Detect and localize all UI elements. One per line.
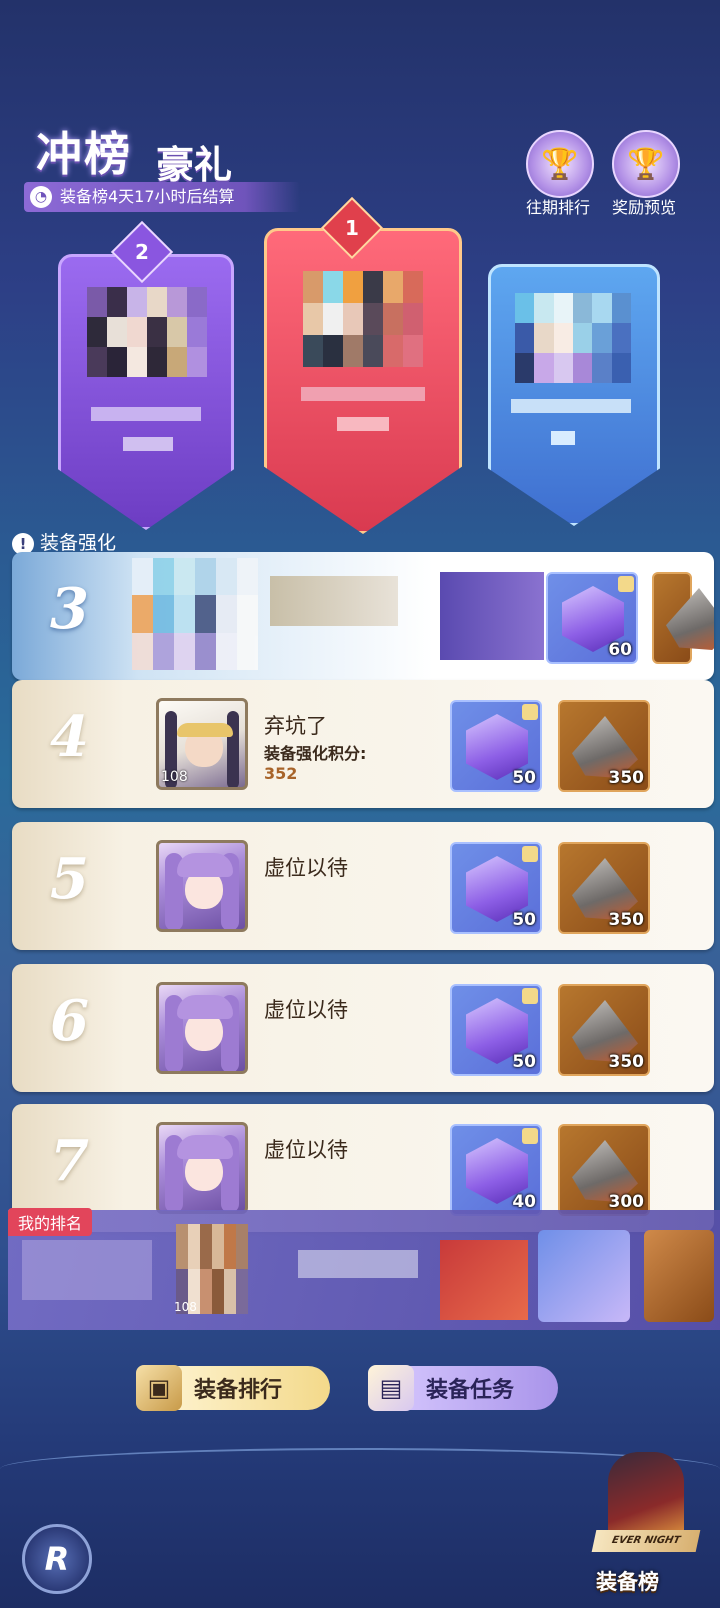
player-level: 108 bbox=[161, 769, 188, 785]
reward-preview-label[interactable]: 奖励预览 bbox=[594, 194, 694, 218]
puzzle-icon bbox=[522, 988, 538, 1004]
rank-row-6[interactable]: 6 虚位以待 50 350 bbox=[12, 964, 714, 1092]
past-rankings-button[interactable]: 🏆 bbox=[526, 130, 594, 198]
puzzle-icon bbox=[522, 846, 538, 862]
rank-number: 3 bbox=[50, 576, 89, 642]
ore-item[interactable]: 350 bbox=[558, 842, 650, 934]
rank-number: 4 bbox=[50, 704, 89, 770]
score-label: 装备强化积分: bbox=[264, 744, 367, 763]
pixelated-rank bbox=[22, 1240, 152, 1300]
podium-third[interactable] bbox=[488, 264, 660, 526]
ore-item[interactable] bbox=[652, 572, 692, 664]
gem-item[interactable]: 50 bbox=[450, 984, 542, 1076]
player-name: 虚位以待 bbox=[264, 998, 348, 1022]
clock-icon: ◔ bbox=[30, 186, 52, 208]
helmet-icon bbox=[608, 1452, 684, 1542]
equip-task-button[interactable]: ▤ 装备任务 bbox=[368, 1365, 558, 1411]
ore-item[interactable]: 350 bbox=[558, 984, 650, 1076]
ever-night-text: EVER NIGHT bbox=[610, 1535, 682, 1546]
gem-item[interactable]: 60 bbox=[546, 572, 638, 664]
notice-text: 装备强化 bbox=[40, 532, 117, 554]
pixelated-score bbox=[337, 417, 389, 431]
pixelated-item bbox=[440, 572, 544, 660]
equip-rank-label: 装备排行 bbox=[194, 1378, 283, 1403]
pixelated-name bbox=[91, 407, 201, 421]
puzzle-icon bbox=[522, 704, 538, 720]
pixelated-avatar bbox=[515, 293, 631, 383]
ribbon: EVER NIGHT bbox=[591, 1530, 701, 1552]
my-rank-panel[interactable]: 108 bbox=[8, 1210, 720, 1330]
equip-board-label: 装备榜 bbox=[596, 1570, 659, 1594]
rank-row-3[interactable]: 3 60 bbox=[12, 552, 714, 680]
placeholder-avatar bbox=[156, 1122, 248, 1214]
gem-item[interactable]: 40 bbox=[450, 1124, 542, 1216]
chest-icon: ▣ bbox=[136, 1365, 182, 1411]
my-rank-tag: 我的排名 bbox=[8, 1208, 93, 1236]
pixelated-item bbox=[538, 1230, 630, 1322]
player-name: 虚位以待 bbox=[264, 856, 348, 880]
pixelated-avatar bbox=[87, 287, 207, 377]
pixelated-name bbox=[298, 1250, 418, 1278]
player-name: 弃坑了 bbox=[264, 714, 327, 738]
gem-item[interactable]: 50 bbox=[450, 842, 542, 934]
pixelated-score bbox=[123, 437, 173, 451]
scroll-icon: ▤ bbox=[368, 1365, 414, 1411]
podium-first[interactable] bbox=[264, 228, 462, 534]
pixelated-avatar bbox=[132, 558, 258, 670]
logo-letter: R bbox=[44, 1540, 70, 1578]
ore-item[interactable]: 300 bbox=[558, 1124, 650, 1216]
notice-bar: ! 装备强化 bbox=[12, 528, 116, 555]
game-logo-button[interactable]: R bbox=[22, 1524, 92, 1594]
trophy-icon: 🏆 bbox=[612, 130, 680, 198]
event-title: 冲榜 bbox=[36, 127, 132, 181]
pixelated-avatar bbox=[303, 271, 423, 367]
gem-item[interactable]: 50 bbox=[450, 700, 542, 792]
ore-item[interactable]: 350 bbox=[558, 700, 650, 792]
past-rankings-label[interactable]: 往期排行 bbox=[508, 194, 608, 218]
pixelated-score bbox=[551, 431, 575, 445]
my-level: 108 bbox=[174, 1300, 197, 1314]
puzzle-icon bbox=[618, 576, 634, 592]
rank-row-4[interactable]: 4 108 弃坑了 装备强化积分: 352 50 350 bbox=[12, 680, 714, 808]
pixelated-item bbox=[644, 1230, 714, 1322]
rank-number: 6 bbox=[50, 988, 89, 1054]
pixelated-name bbox=[511, 399, 631, 413]
pixelated-name bbox=[270, 576, 398, 626]
placeholder-avatar bbox=[156, 840, 248, 932]
trophy-icon: 🏆 bbox=[526, 130, 594, 198]
rank-row-5[interactable]: 5 虚位以待 50 350 bbox=[12, 822, 714, 950]
player-avatar[interactable]: 108 bbox=[156, 698, 248, 790]
equip-rank-button[interactable]: ▣ 装备排行 bbox=[136, 1365, 330, 1411]
countdown-banner: ◔ 装备榜4天17小时后结算 bbox=[24, 182, 300, 212]
reward-preview-button[interactable]: 🏆 bbox=[612, 130, 680, 198]
equip-task-label: 装备任务 bbox=[426, 1378, 515, 1403]
countdown-text: 装备榜4天17小时后结算 bbox=[60, 187, 235, 206]
rank-number: 5 bbox=[50, 846, 89, 912]
player-name: 虚位以待 bbox=[264, 1138, 348, 1162]
podium-second[interactable] bbox=[58, 254, 234, 530]
rank-number: 7 bbox=[50, 1128, 89, 1194]
pixelated-name bbox=[301, 387, 425, 401]
score-value: 352 bbox=[264, 764, 298, 783]
event-subtitle: 豪礼 bbox=[156, 143, 233, 187]
puzzle-icon bbox=[522, 1128, 538, 1144]
pixelated-item bbox=[440, 1240, 528, 1320]
placeholder-avatar bbox=[156, 982, 248, 1074]
